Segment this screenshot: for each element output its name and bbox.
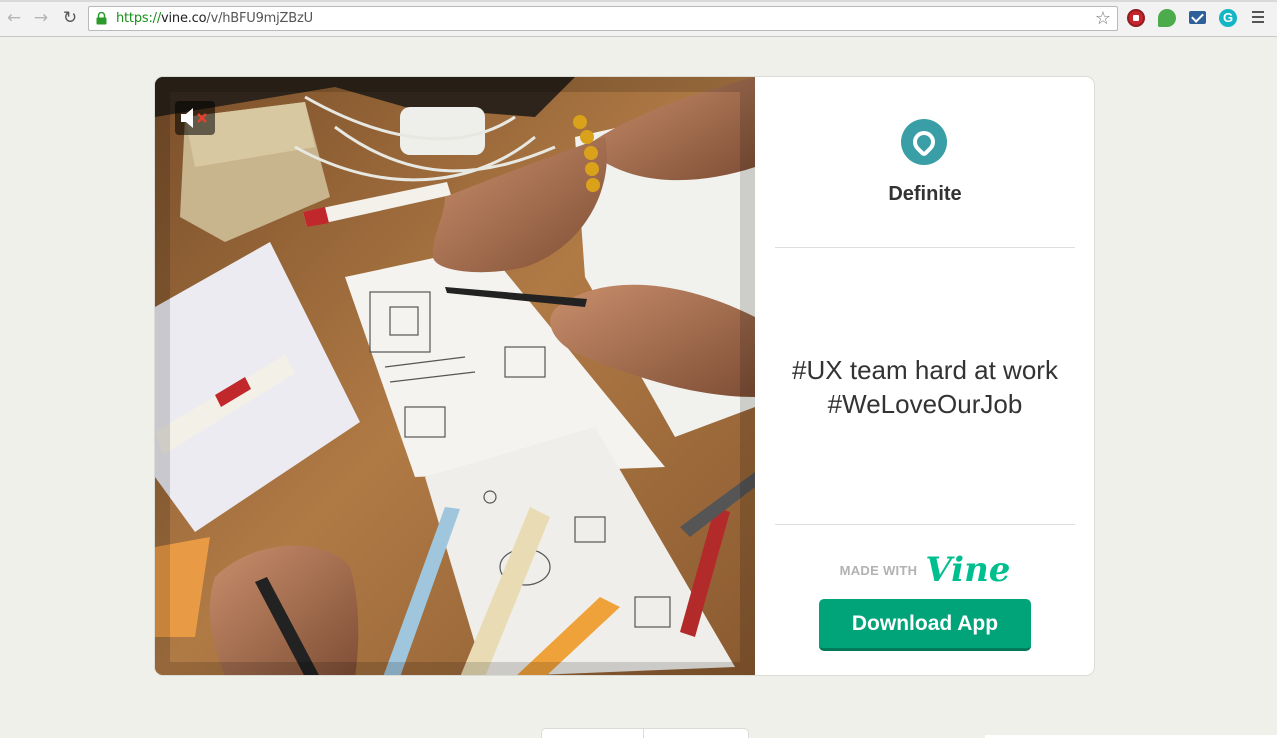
download-app-button[interactable]: Download App xyxy=(819,599,1031,651)
lock-icon xyxy=(96,12,107,25)
url-scheme: https:// xyxy=(116,11,161,26)
browser-toolbar: ← → ↻ https://vine.co/v/hBFU9mjZBzU ☆ G xyxy=(0,0,1277,37)
tab-strip-edge xyxy=(0,0,1277,2)
bottom-controls[interactable] xyxy=(541,728,749,738)
mail-extension-icon[interactable] xyxy=(1189,11,1206,24)
post-details-panel: Definite #UX team hard at work #WeLoveOu… xyxy=(755,77,1094,675)
divider xyxy=(643,729,644,738)
divider xyxy=(775,247,1075,248)
post-caption: #UX team hard at work #WeLoveOurJob xyxy=(755,353,1094,421)
url-text: https://vine.co/v/hBFU9mjZBzU xyxy=(116,11,313,26)
evernote-extension-icon[interactable] xyxy=(1158,9,1176,27)
url-host: vine.co xyxy=(161,11,207,26)
back-arrow-icon[interactable]: ← xyxy=(4,8,24,28)
video-frame-sketching-image xyxy=(155,77,755,675)
speaker-muted-icon xyxy=(181,108,207,128)
vine-post-card: Definite #UX team hard at work #WeLoveOu… xyxy=(154,76,1095,676)
avatar-leaf-icon xyxy=(908,126,940,158)
made-with-vine: MADE WITH Vine xyxy=(755,553,1094,587)
author-avatar[interactable] xyxy=(901,119,947,165)
bookmark-star-icon[interactable]: ☆ xyxy=(1095,8,1111,29)
caption-line-1[interactable]: #UX team hard at work xyxy=(755,353,1094,387)
caption-line-2[interactable]: #WeLoveOurJob xyxy=(755,387,1094,421)
author-name[interactable]: Definite xyxy=(755,183,1094,206)
vine-logo[interactable]: Vine xyxy=(925,553,1010,587)
url-path: /v/hBFU9mjZBzU xyxy=(206,11,313,26)
browser-menu-icon[interactable] xyxy=(1252,11,1264,25)
reload-icon[interactable]: ↻ xyxy=(60,8,80,28)
address-bar[interactable]: https://vine.co/v/hBFU9mjZBzU ☆ xyxy=(88,6,1118,31)
mute-toggle-button[interactable] xyxy=(175,101,215,135)
grammarly-extension-icon[interactable]: G xyxy=(1219,9,1237,27)
video-player[interactable] xyxy=(155,77,755,675)
made-with-label: MADE WITH xyxy=(839,562,918,578)
forward-arrow-icon[interactable]: → xyxy=(31,8,51,28)
divider xyxy=(775,524,1075,525)
adblock-extension-icon[interactable] xyxy=(1127,9,1145,27)
